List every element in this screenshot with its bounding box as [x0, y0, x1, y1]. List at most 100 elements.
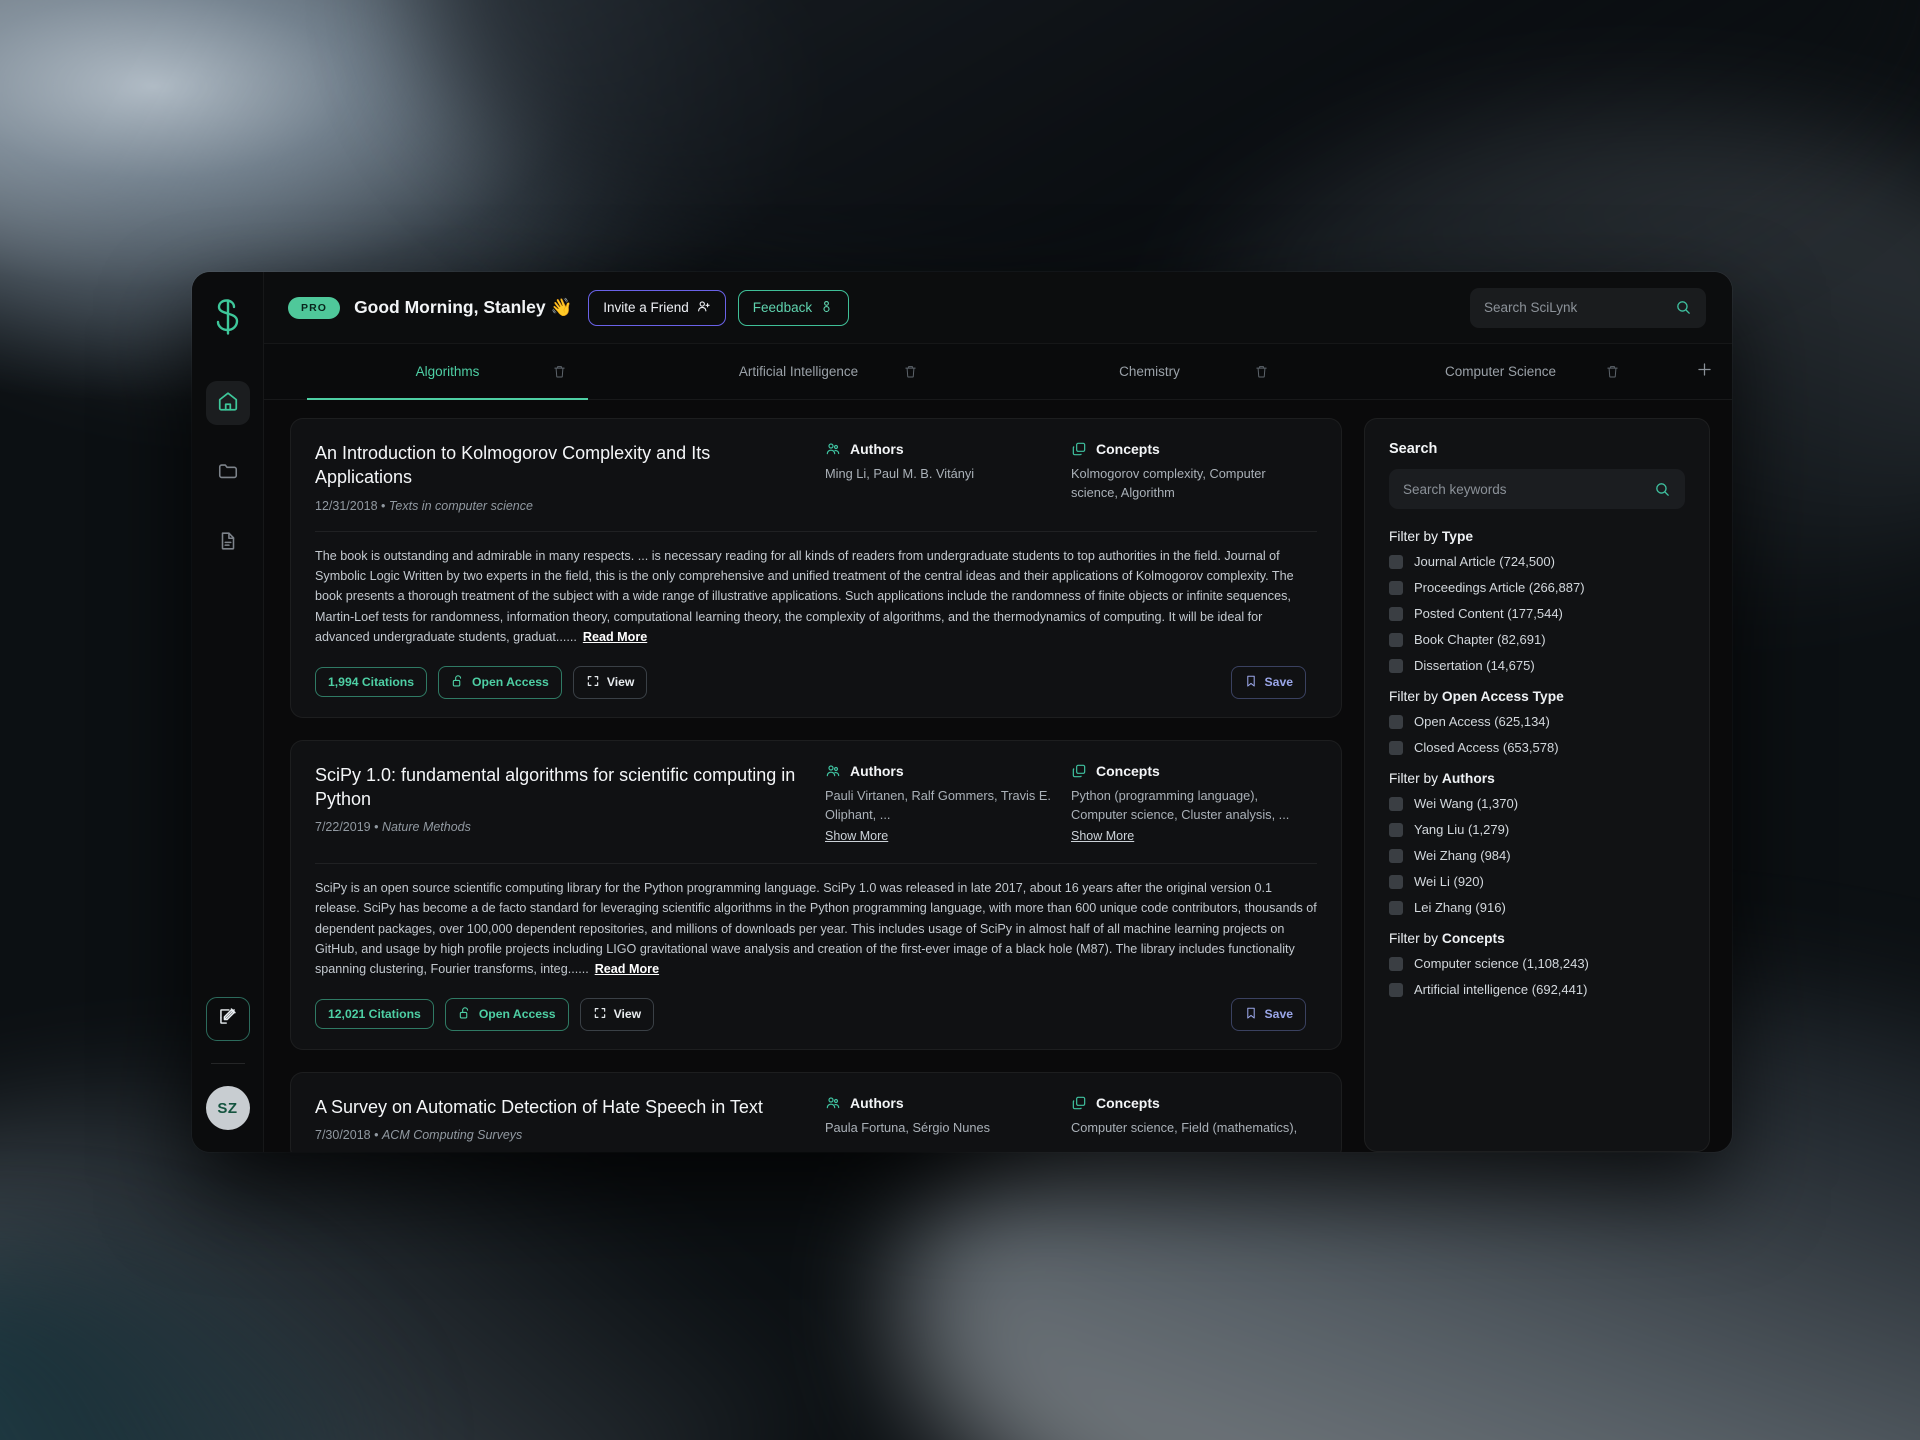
citations-badge[interactable]: 12,021 Citations: [315, 999, 434, 1030]
search-icon[interactable]: [1675, 299, 1692, 316]
checkbox[interactable]: [1389, 714, 1403, 729]
copy-icon: [1071, 1095, 1087, 1111]
result-abstract: SciPy is an open source scientific compu…: [315, 878, 1317, 980]
invite-a-friend-button[interactable]: Invite a Friend: [588, 289, 726, 326]
copy-icon: [1071, 763, 1087, 779]
tab-chemistry[interactable]: Chemistry: [974, 344, 1325, 399]
concepts-show-more-link[interactable]: Show More: [1071, 829, 1134, 843]
result-card[interactable]: A Survey on Automatic Detection of Hate …: [290, 1071, 1342, 1152]
checkbox[interactable]: [1389, 632, 1403, 647]
wallpaper-wave: [0, 1260, 380, 1440]
trash-icon[interactable]: [552, 364, 567, 379]
checkbox[interactable]: [1389, 580, 1403, 595]
add-tab-button[interactable]: [1676, 344, 1732, 399]
left-nav-rail: SZ: [192, 272, 264, 1152]
result-date: 7/22/2019: [315, 820, 371, 835]
avatar[interactable]: SZ: [205, 1086, 250, 1130]
save-button[interactable]: Save: [1230, 997, 1306, 1031]
result-title[interactable]: A Survey on Automatic Detection of Hate …: [315, 1095, 799, 1119]
sidebar-item-documents[interactable]: [206, 521, 250, 565]
filter-group-title-open-access-type: Filter by Open Access Type: [1389, 689, 1685, 704]
checkbox[interactable]: [1389, 740, 1403, 755]
result-card[interactable]: SciPy 1.0: fundamental algorithms for sc…: [290, 739, 1342, 1050]
checkbox[interactable]: [1389, 822, 1403, 837]
global-search-input[interactable]: Search SciLynk: [1470, 287, 1706, 328]
filter-option[interactable]: Open Access (625,134): [1389, 714, 1685, 729]
filter-option[interactable]: Yang Liu (1,279): [1389, 822, 1685, 837]
people-icon: [825, 441, 841, 457]
concepts-label: Concepts: [1096, 1094, 1160, 1111]
citations-badge[interactable]: 1,994 Citations: [315, 667, 428, 698]
tab-label: Algorithms: [415, 364, 480, 379]
filter-option[interactable]: Proceedings Article (266,887): [1389, 580, 1685, 595]
view-button[interactable]: View: [579, 997, 655, 1031]
home-icon: [217, 390, 239, 417]
compose-button[interactable]: [205, 997, 250, 1041]
result-title-block: A Survey on Automatic Detection of Hate …: [315, 1095, 825, 1142]
tab-algorithms[interactable]: Algorithms: [272, 344, 623, 400]
trash-icon[interactable]: [903, 364, 918, 379]
checkbox[interactable]: [1389, 848, 1403, 863]
checkbox[interactable]: [1389, 606, 1403, 621]
checkbox[interactable]: [1389, 554, 1403, 569]
trash-icon[interactable]: [1605, 364, 1620, 379]
authors-show-more-link[interactable]: Show More: [825, 829, 888, 843]
filter-option[interactable]: Wei Wang (1,370): [1389, 796, 1685, 811]
checkbox[interactable]: [1389, 956, 1403, 971]
tab-label: Chemistry: [1119, 364, 1180, 379]
abstract-text: The book is outstanding and admirable in…: [315, 548, 1294, 645]
checkbox[interactable]: [1389, 658, 1403, 673]
expand-icon: [586, 674, 600, 691]
authors-value: Pauli Virtanen, Ralf Gommers, Travis E. …: [825, 787, 1051, 822]
filter-group-name: Type: [1441, 529, 1474, 544]
filter-label: Artificial intelligence (692,441): [1414, 982, 1588, 997]
open-access-badge[interactable]: Open Access: [444, 997, 569, 1031]
authors-heading: Authors: [825, 1095, 1053, 1111]
tab-label: Computer Science: [1444, 364, 1557, 379]
checkbox[interactable]: [1389, 982, 1403, 997]
filter-option[interactable]: Artificial intelligence (692,441): [1389, 982, 1685, 997]
filter-option[interactable]: Lei Zhang (916): [1389, 900, 1685, 915]
authors-label: Authors: [850, 762, 904, 779]
filter-option[interactable]: Posted Content (177,544): [1389, 606, 1685, 621]
feedback-button[interactable]: Feedback: [737, 289, 850, 326]
scilynk-logo-icon[interactable]: [213, 298, 243, 341]
app-window: SZ PRO Good Morning, Stanley 👋 Invite a …: [192, 272, 1732, 1152]
filter-search-input[interactable]: Search keywords: [1389, 469, 1685, 509]
result-title[interactable]: SciPy 1.0: fundamental algorithms for sc…: [315, 763, 799, 812]
result-title[interactable]: An Introduction to Kolmogorov Complexity…: [315, 441, 799, 490]
result-card[interactable]: An Introduction to Kolmogorov Complexity…: [290, 418, 1342, 718]
copy-icon: [1071, 441, 1087, 457]
filter-option[interactable]: Dissertation (14,675): [1389, 658, 1685, 673]
tab-computer-science[interactable]: Computer Science: [1325, 344, 1676, 399]
trash-icon[interactable]: [1254, 364, 1269, 379]
invite-label: Invite a Friend: [603, 300, 689, 315]
view-label: View: [613, 1007, 642, 1022]
filter-option[interactable]: Wei Li (920): [1389, 874, 1685, 889]
main-column: PRO Good Morning, Stanley 👋 Invite a Fri…: [264, 272, 1732, 1152]
plus-icon: [1695, 360, 1714, 384]
filter-option[interactable]: Journal Article (724,500): [1389, 554, 1685, 569]
save-button[interactable]: Save: [1230, 665, 1306, 699]
concepts-label: Concepts: [1096, 441, 1160, 457]
read-more-link[interactable]: Read More: [595, 962, 659, 976]
filter-option[interactable]: Book Chapter (82,691): [1389, 632, 1685, 647]
filter-option[interactable]: Wei Zhang (984): [1389, 848, 1685, 863]
sidebar-item-library[interactable]: [206, 451, 250, 495]
feedback-label: Feedback: [752, 300, 813, 315]
filter-option[interactable]: Closed Access (653,578): [1389, 740, 1685, 755]
view-button[interactable]: View: [572, 665, 648, 699]
tab-artificial-intelligence[interactable]: Artificial Intelligence: [623, 344, 974, 399]
result-concepts-field: Concepts Python (programming language), …: [1071, 763, 1317, 845]
sidebar-item-home[interactable]: [205, 381, 250, 425]
search-icon[interactable]: [1654, 481, 1671, 498]
checkbox[interactable]: [1389, 874, 1403, 889]
checkbox[interactable]: [1389, 796, 1403, 811]
result-venue: ACM Computing Surveys: [381, 1128, 523, 1143]
read-more-link[interactable]: Read More: [583, 630, 647, 644]
checkbox[interactable]: [1389, 900, 1403, 915]
results-list: An Introduction to Kolmogorov Complexity…: [290, 418, 1342, 1152]
open-access-badge[interactable]: Open Access: [438, 665, 562, 699]
concepts-value: Computer science, Field (mathematics),: [1071, 1119, 1298, 1135]
filter-option[interactable]: Computer science (1,108,243): [1389, 956, 1685, 971]
